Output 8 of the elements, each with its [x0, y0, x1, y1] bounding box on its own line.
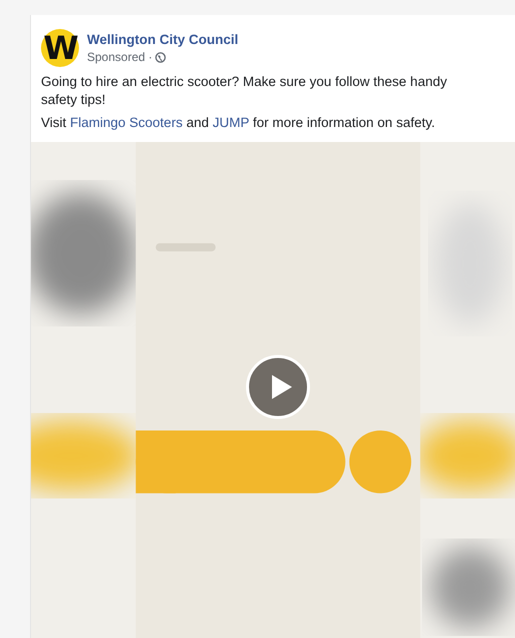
page-avatar[interactable]: W [41, 29, 79, 67]
text-link[interactable]: JUMP [212, 115, 250, 130]
page-name-link[interactable]: Wellington City Council [87, 32, 238, 47]
globe-icon [155, 52, 166, 62]
sponsored-label: Sponsored · [87, 50, 152, 64]
text-link[interactable]: Flamingo Scooters [70, 115, 183, 130]
post-text: Going to hire an electric scooter? Make sure you follow these handy safety tips! [40, 73, 448, 109]
post-text: Visit Flamingo Scooters and JUMP for more information on safety. [40, 114, 436, 132]
